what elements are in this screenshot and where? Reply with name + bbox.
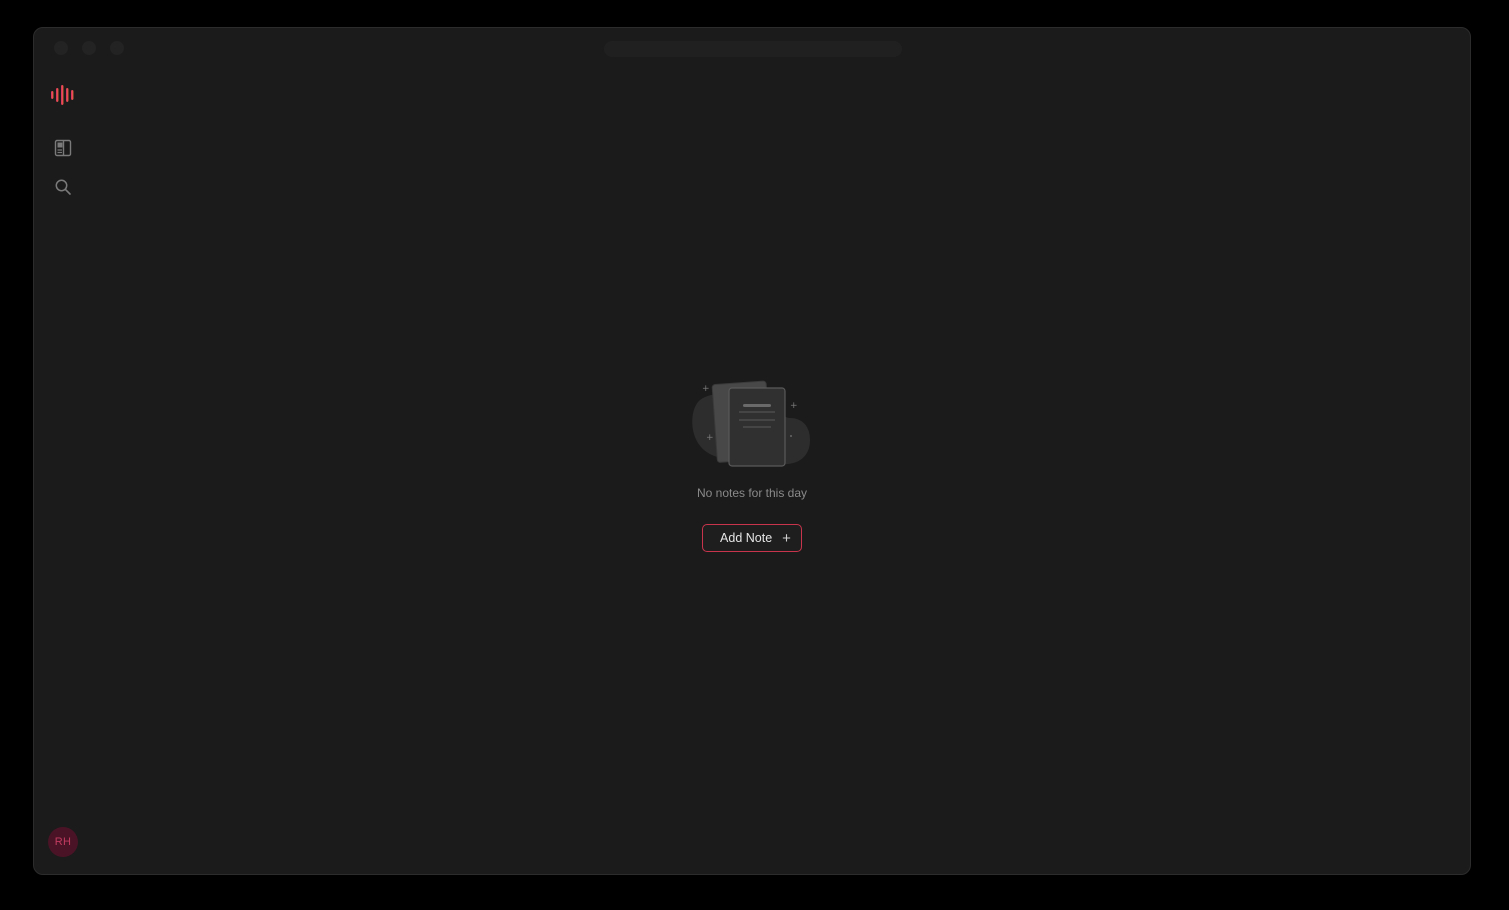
panel-icon — [54, 139, 72, 157]
app-logo — [50, 84, 78, 111]
search-icon — [55, 179, 71, 195]
title-bar-placeholder — [604, 41, 902, 57]
add-note-label: Add Note — [720, 531, 773, 545]
sidebar-search-button[interactable] — [54, 178, 72, 196]
maximize-window-button[interactable] — [110, 41, 124, 55]
svg-text:+: + — [706, 433, 714, 443]
svg-text:+: + — [790, 401, 798, 411]
app-window: RH + + + No notes for this day Add Note … — [33, 27, 1471, 875]
user-avatar[interactable]: RH — [48, 827, 78, 857]
minimize-window-button[interactable] — [82, 41, 96, 55]
close-window-button[interactable] — [54, 41, 68, 55]
empty-state-message: No notes for this day — [696, 486, 808, 500]
empty-notes-illustration-icon: + + + — [692, 380, 810, 467]
svg-text:+: + — [702, 384, 710, 394]
sidebar-panel-button[interactable] — [54, 139, 72, 157]
window-controls — [54, 41, 124, 55]
avatar-initials: RH — [54, 836, 72, 848]
add-note-button[interactable]: Add Note + — [702, 524, 802, 552]
plus-icon: + — [782, 529, 791, 547]
waveform-logo-icon — [51, 85, 74, 105]
empty-state: + + + No notes for this day Add Note + — [34, 378, 1470, 552]
